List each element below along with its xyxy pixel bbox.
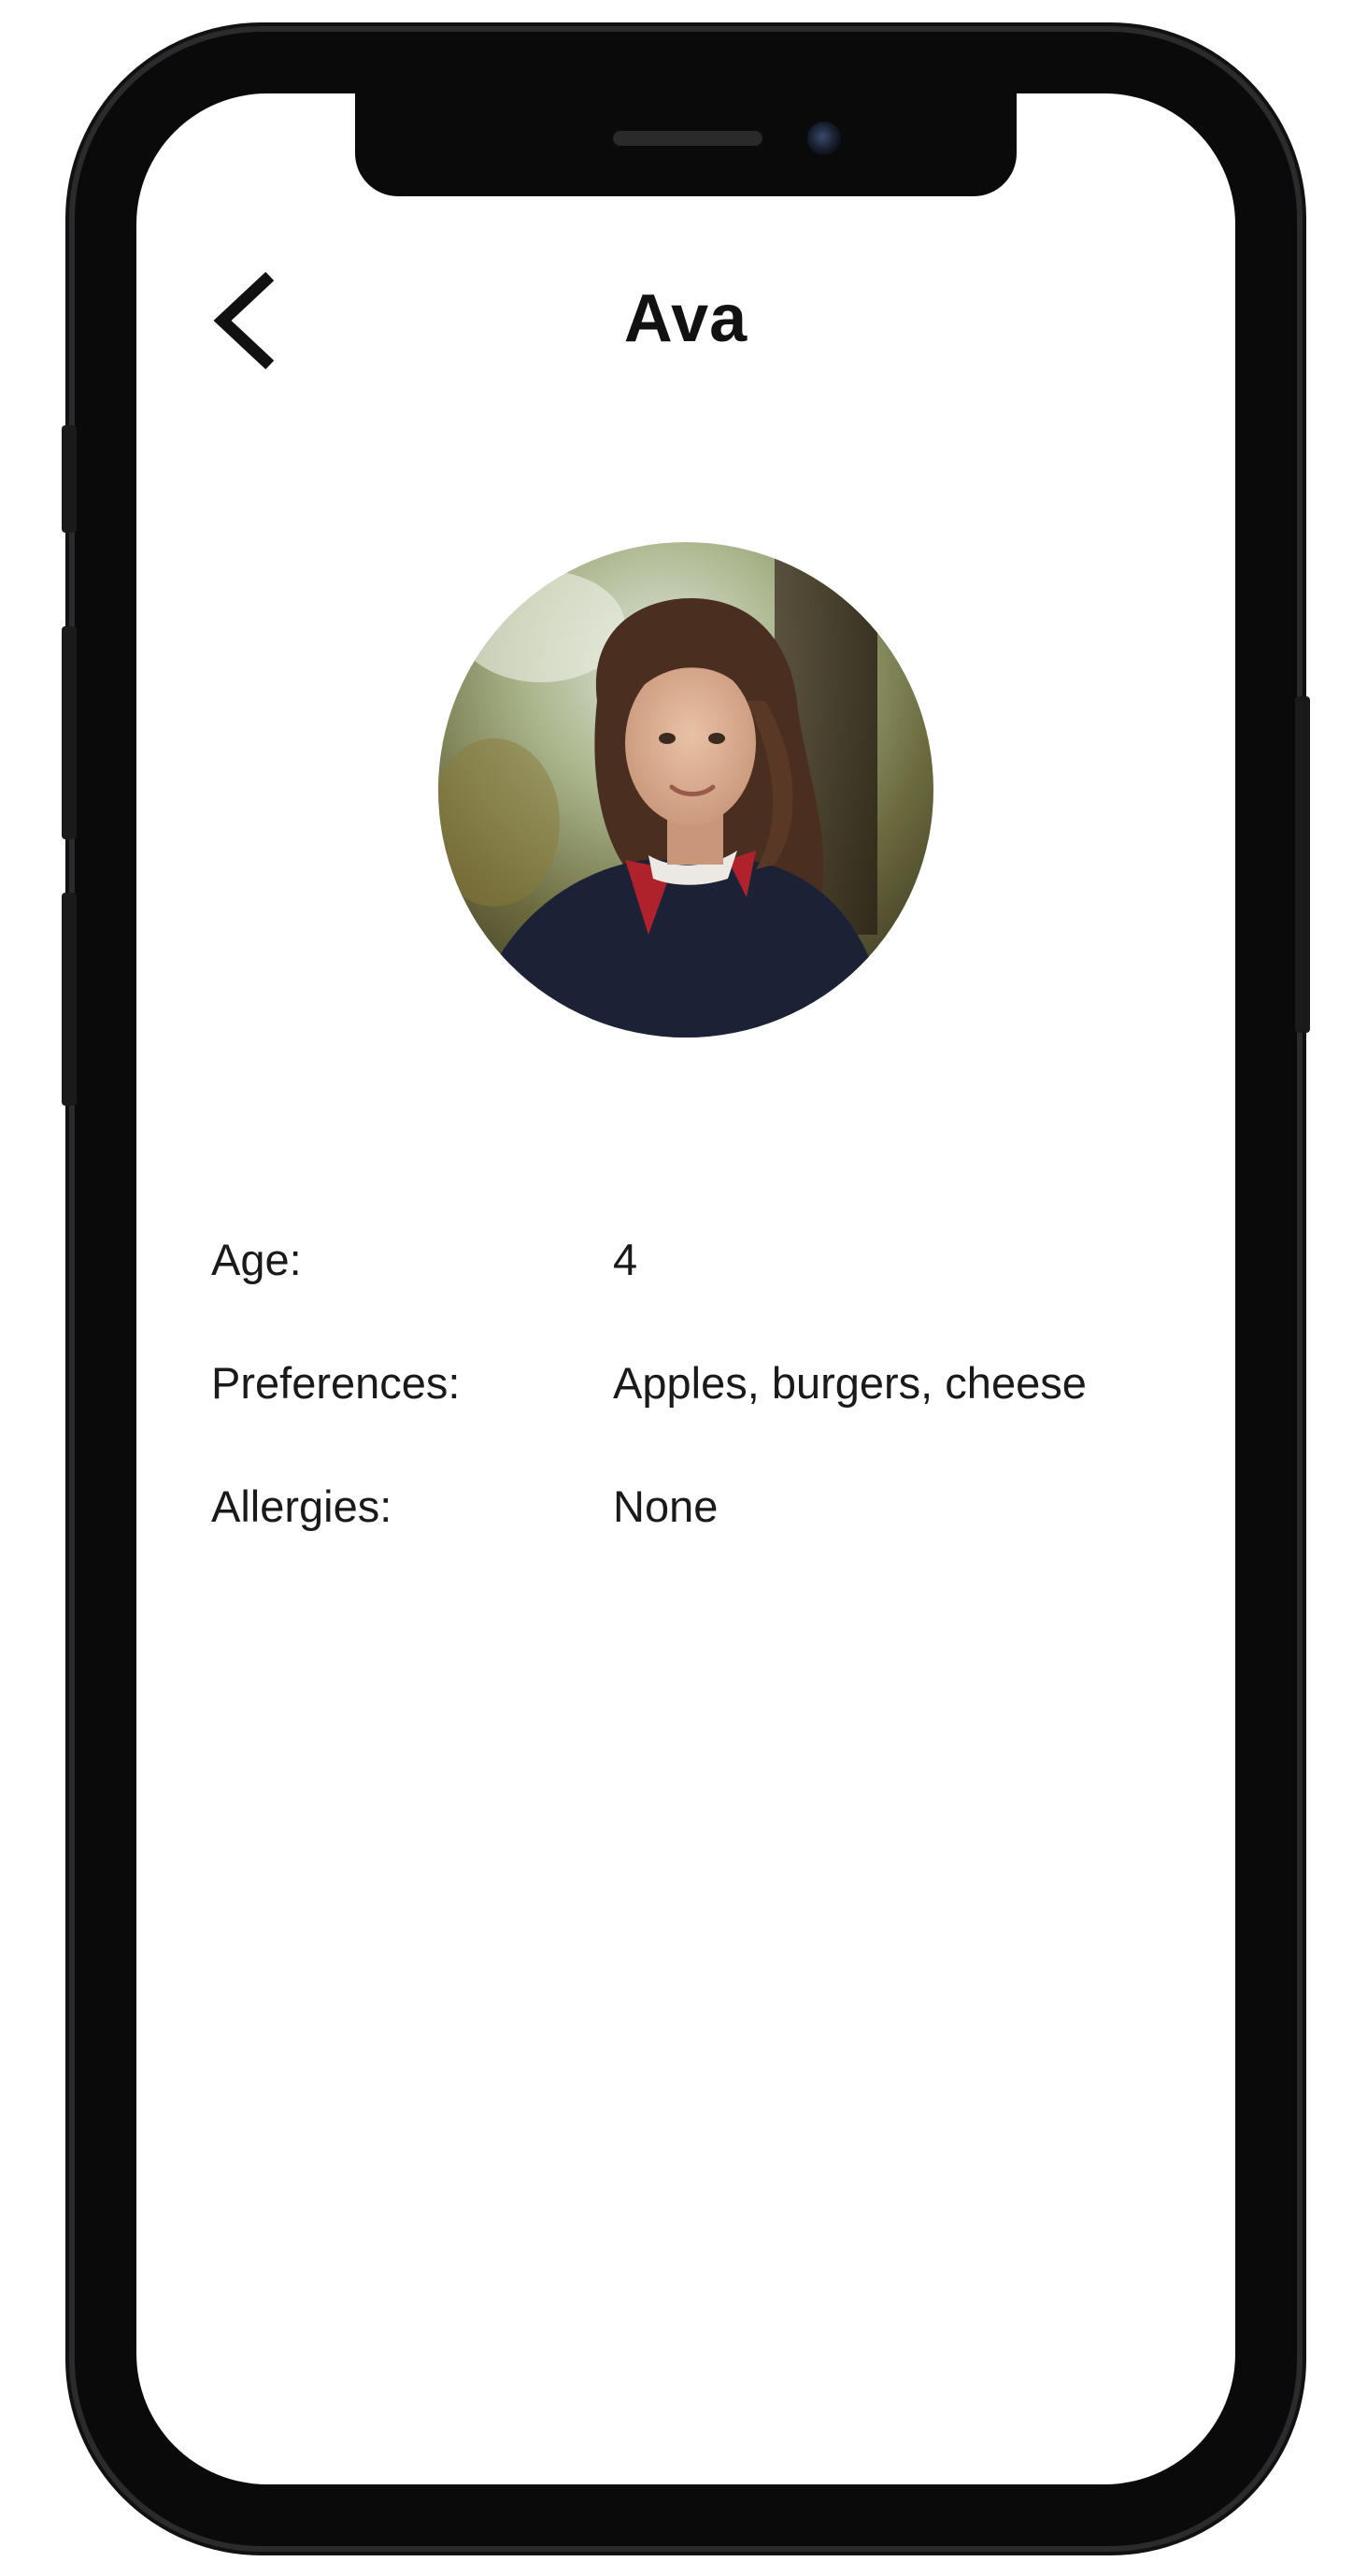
speaker-grille (613, 131, 762, 146)
power-button (1295, 696, 1310, 1033)
detail-row-age: Age: 4 (211, 1234, 1146, 1357)
allergies-label: Allergies: (211, 1481, 392, 1531)
avatar (438, 542, 933, 1038)
preferences-value: Apples, burgers, cheese (613, 1358, 1087, 1408)
front-camera (807, 122, 841, 155)
screen: Ava Age: 4 Preferences: Apples, burgers,… (136, 93, 1235, 2484)
allergies-value: None (613, 1481, 719, 1531)
detail-row-allergies: Allergies: None (211, 1481, 1146, 1604)
detail-row-preferences: Preferences: Apples, burgers, cheese (211, 1357, 1146, 1481)
details-list: Age: 4 Preferences: Apples, burgers, che… (211, 1234, 1146, 1604)
preferences-label: Preferences: (211, 1358, 461, 1408)
age-value: 4 (613, 1235, 638, 1284)
profile-photo (438, 542, 933, 1038)
page-title: Ava (623, 281, 748, 356)
header: Ava (136, 252, 1235, 374)
age-label: Age: (211, 1235, 302, 1284)
notch (355, 93, 1017, 196)
phone-body: Ava Age: 4 Preferences: Apples, burgers,… (75, 32, 1297, 2546)
